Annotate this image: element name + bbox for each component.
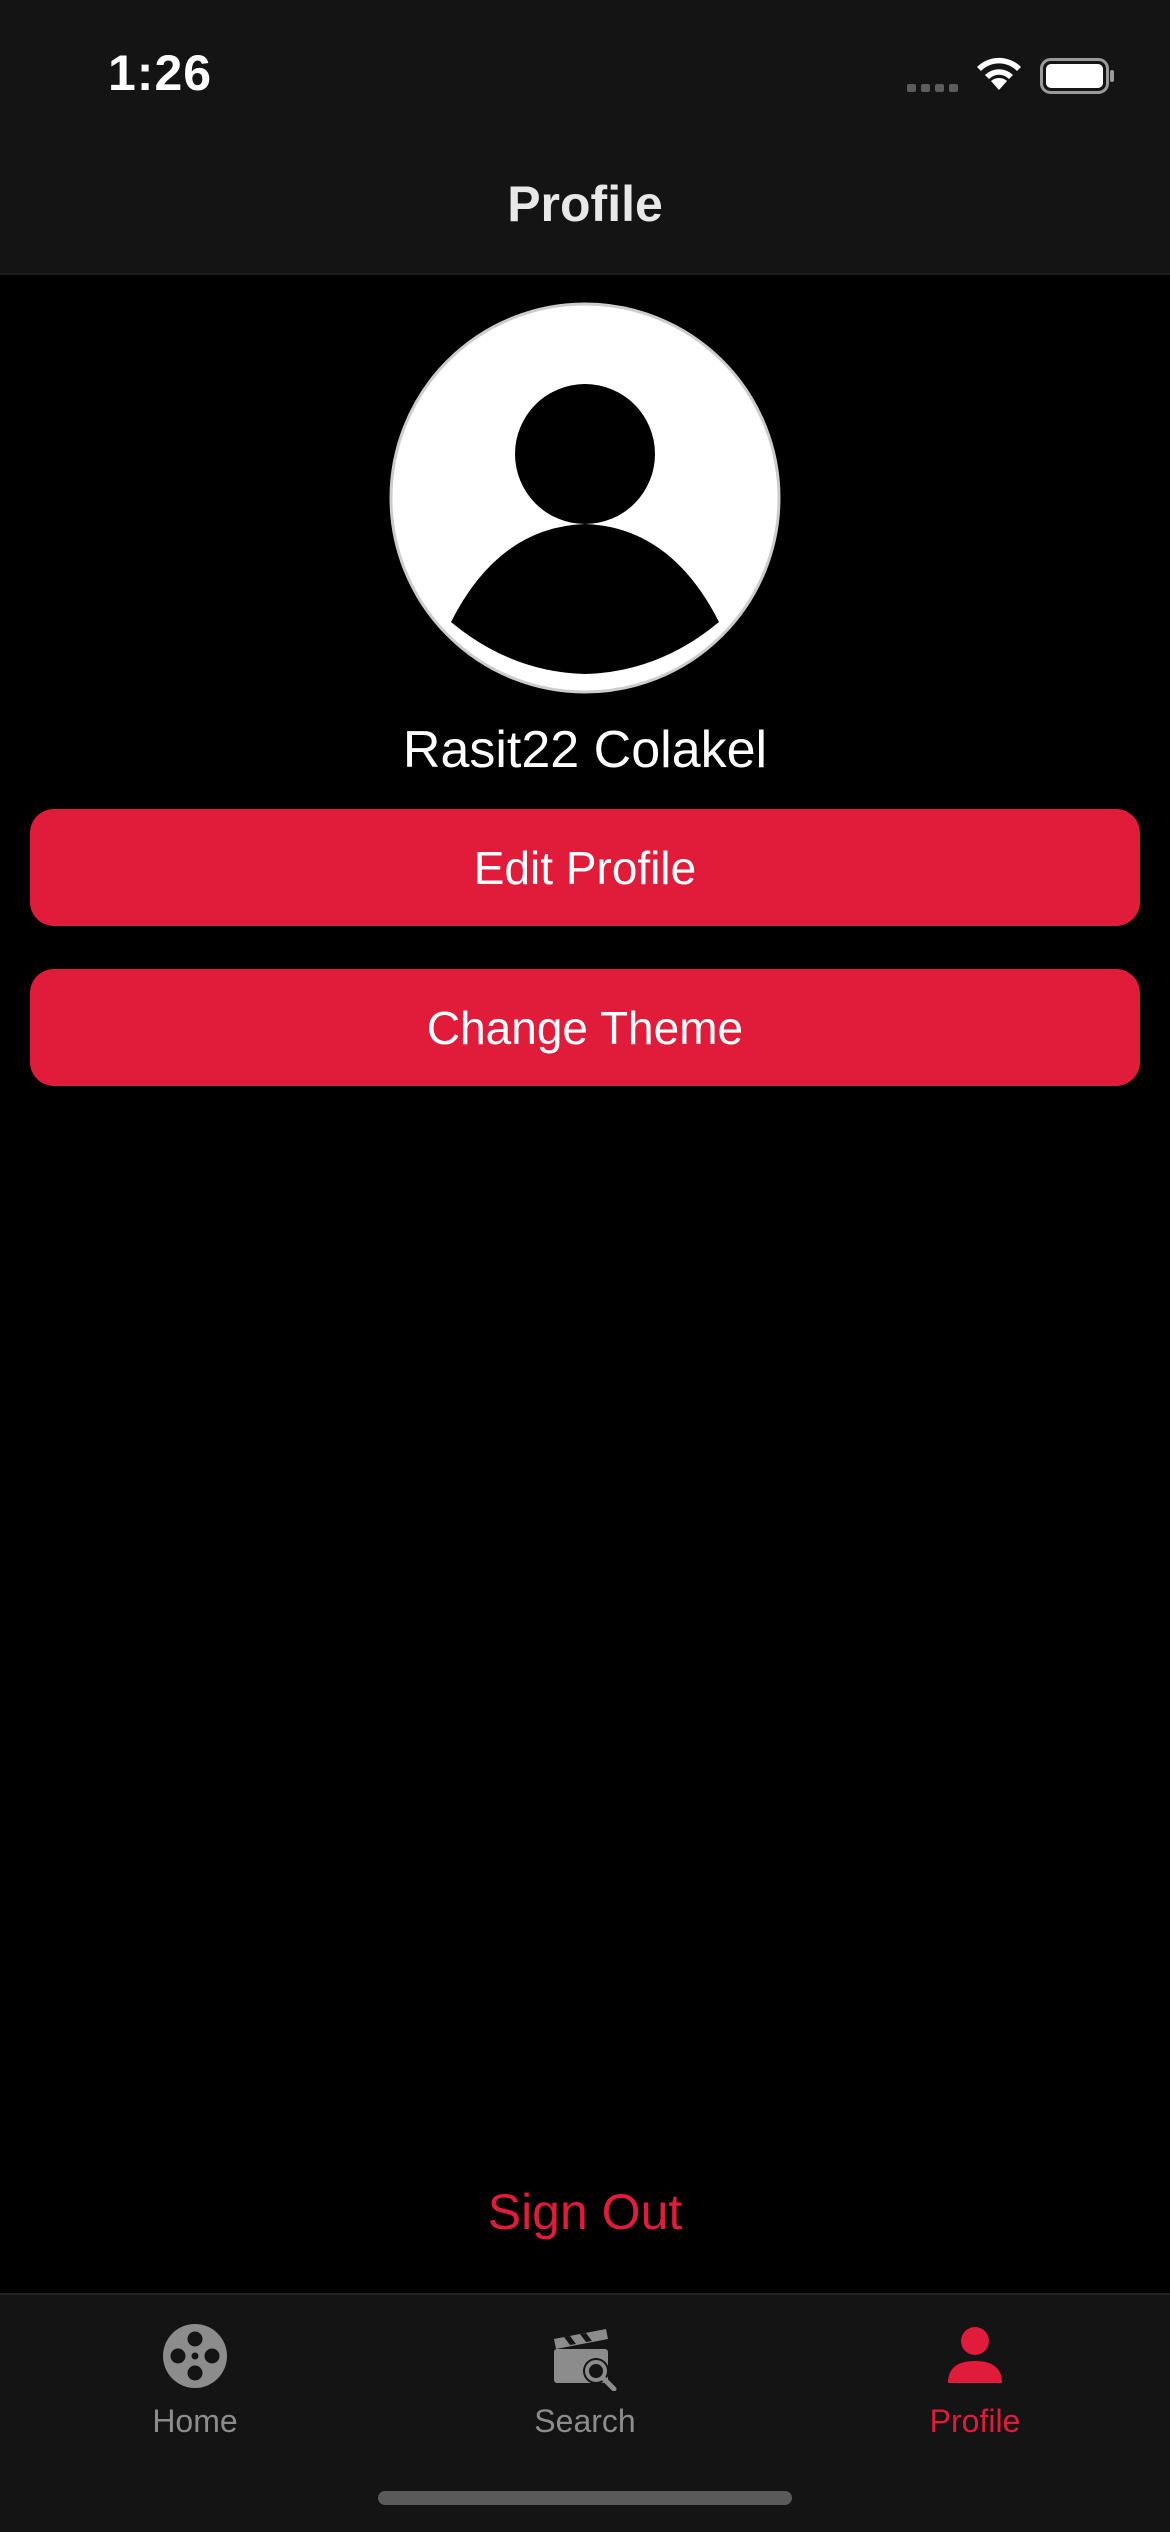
status-time: 1:26 bbox=[108, 45, 213, 101]
change-theme-button[interactable]: Change Theme bbox=[30, 969, 1140, 1086]
film-reel-icon bbox=[163, 2324, 227, 2388]
change-theme-label: Change Theme bbox=[426, 1001, 744, 1054]
user-name: Rasit22 Colakel bbox=[402, 721, 768, 779]
wifi-icon bbox=[977, 57, 1021, 90]
status-bar: 1:26 bbox=[0, 0, 1170, 145]
tab-profile[interactable]: Profile bbox=[780, 2295, 1170, 2455]
clapper-search-icon bbox=[554, 2329, 617, 2391]
sign-out-button[interactable]: Sign Out bbox=[0, 2183, 1170, 2241]
person-icon bbox=[948, 2327, 1002, 2383]
profile-screen: 1:26 Profile Rasit22 Colakel Edit Profil… bbox=[0, 0, 1170, 2532]
tab-home-label: Home bbox=[152, 2403, 238, 2439]
avatar[interactable] bbox=[389, 302, 781, 694]
tab-search-label: Search bbox=[534, 2403, 636, 2439]
page-title: Profile bbox=[507, 176, 663, 232]
navigation-bar: Profile bbox=[0, 145, 1170, 275]
edit-profile-label: Edit Profile bbox=[473, 841, 697, 894]
cellular-signal-icon bbox=[907, 84, 958, 92]
tab-profile-label: Profile bbox=[929, 2403, 1021, 2439]
edit-profile-button[interactable]: Edit Profile bbox=[30, 809, 1140, 926]
home-indicator[interactable] bbox=[378, 2491, 792, 2505]
tab-search[interactable]: Search bbox=[390, 2295, 780, 2455]
tab-home[interactable]: Home bbox=[0, 2295, 390, 2455]
battery-icon bbox=[1040, 58, 1114, 94]
